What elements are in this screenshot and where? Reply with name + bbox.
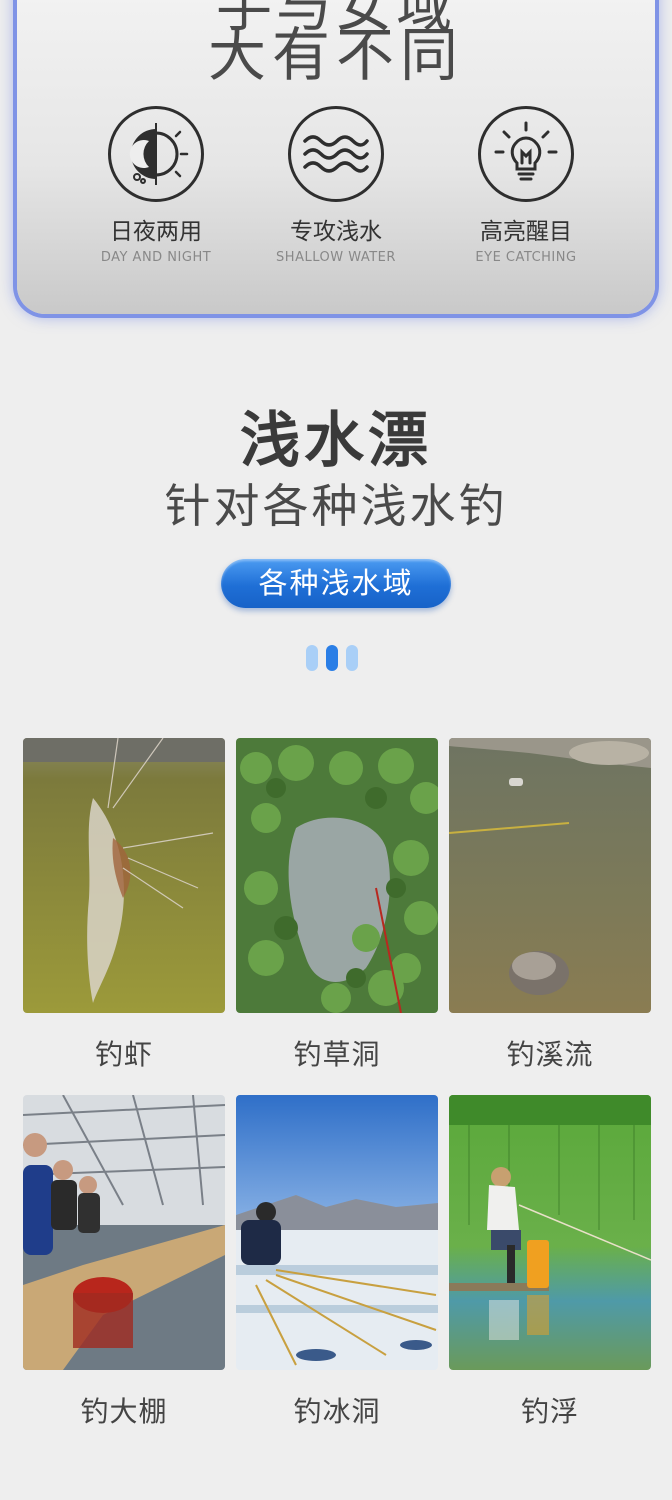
- feature-day-night: 日夜两用 DAY AND NIGHT: [66, 106, 246, 265]
- feature-eye-catching: 高亮醒目 EYE CATCHING: [436, 106, 616, 265]
- scene-caption: 钓浮: [520, 1395, 579, 1428]
- stream-photo: [449, 738, 651, 1013]
- shrimp-photo: [23, 738, 225, 1013]
- feature-label-en: DAY AND NIGHT: [100, 250, 212, 265]
- water-type-pill-button[interactable]: 各种浅水域: [221, 559, 451, 608]
- ice-hole-photo: [236, 1095, 438, 1370]
- scene-tile-stream[interactable]: 钓溪流: [449, 738, 651, 1073]
- feature-label-en: SHALLOW WATER: [276, 250, 396, 265]
- bulb-icon: [478, 106, 574, 202]
- feature-label-cn: 专攻浅水: [290, 219, 382, 245]
- scene-tile-shrimp[interactable]: 钓虾: [23, 738, 225, 1073]
- headline: 浅水漂: [240, 406, 432, 476]
- pager-dot[interactable]: [346, 645, 358, 671]
- pager-dot-active[interactable]: [326, 645, 338, 671]
- feature-shallow-water: 专攻浅水 SHALLOW WATER: [246, 106, 426, 265]
- scene-tile-ice-hole[interactable]: 钓冰洞: [236, 1095, 438, 1430]
- feature-label-cn: 高亮醒目: [480, 219, 572, 245]
- scene-caption: 钓溪流: [506, 1038, 594, 1071]
- subheadline: 针对各种浅水钓: [164, 479, 508, 533]
- card-title: 大有不同: [207, 21, 464, 89]
- scene-caption: 钓冰洞: [293, 1395, 381, 1428]
- wave-icon: [288, 106, 384, 202]
- weed-hole-photo: [236, 738, 438, 1013]
- scene-caption: 钓大棚: [80, 1395, 168, 1428]
- scene-tile-float[interactable]: 钓浮: [449, 1095, 651, 1430]
- scene-caption: 钓虾: [94, 1038, 153, 1071]
- feature-card: 手与女域 大有不同 日夜两用 DAY AND NIGHT 专攻浅水 SHALLO…: [17, 0, 655, 314]
- feature-label-en: EYE CATCHING: [475, 250, 577, 265]
- pager-dot[interactable]: [306, 645, 318, 671]
- feature-label-cn: 日夜两用: [110, 219, 202, 245]
- scene-tile-greenhouse[interactable]: 钓大棚: [23, 1095, 225, 1430]
- scene-tile-weed-hole[interactable]: 钓草洞: [236, 738, 438, 1073]
- pager-dots: [306, 645, 358, 671]
- greenhouse-photo: [23, 1095, 225, 1370]
- float-photo: [449, 1095, 651, 1370]
- scene-caption: 钓草洞: [293, 1038, 381, 1071]
- day-night-icon: [108, 106, 204, 202]
